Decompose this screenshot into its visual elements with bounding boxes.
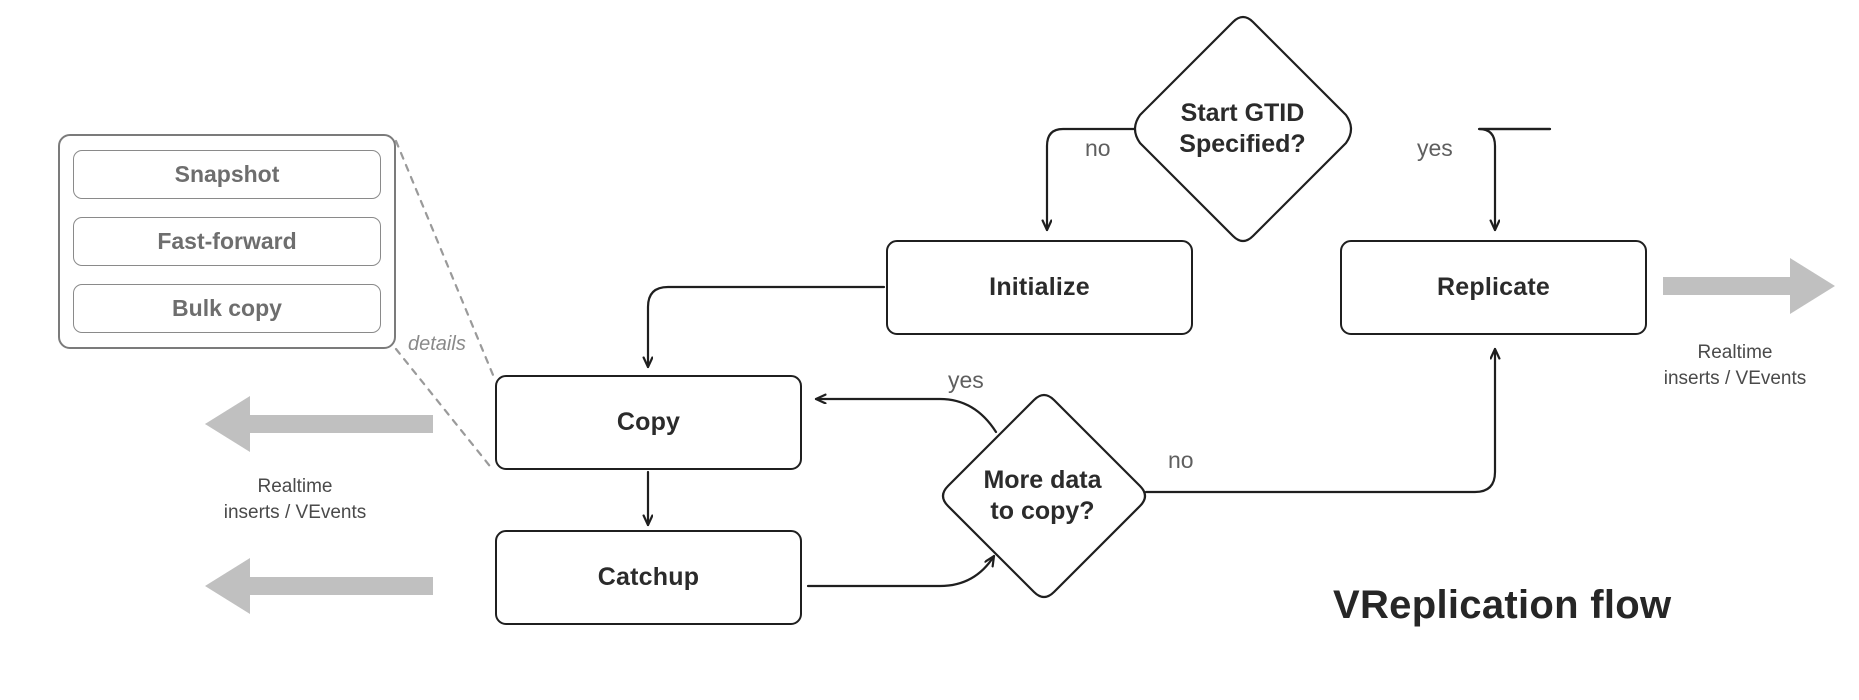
edge-catchup-decision — [806, 554, 996, 588]
node-catchup[interactable]: Catchup — [495, 530, 802, 625]
node-initialize[interactable]: Initialize — [886, 240, 1193, 335]
node-replicate[interactable]: Replicate — [1340, 240, 1647, 335]
page-title: VReplication flow — [1333, 583, 1672, 627]
details-label: details — [408, 333, 466, 355]
node-copy[interactable]: Copy — [495, 375, 802, 470]
group-item-fast-forward-label: Fast-forward — [157, 228, 297, 254]
node-catchup-label: Catchup — [597, 563, 700, 591]
edge-label-gtid-yes: yes — [1417, 135, 1453, 161]
node-copy-label: Copy — [616, 408, 681, 436]
gray-arrow-catchup-left — [205, 558, 433, 614]
node-initialize-label: Initialize — [989, 273, 1090, 301]
group-item-bulk-copy[interactable]: Bulk copy — [73, 284, 381, 333]
edge-initialize-copy — [648, 285, 886, 369]
decision-start-gtid-shape[interactable] — [1133, 15, 1353, 243]
edge-label-more-yes: yes — [948, 367, 984, 393]
caption-replicate-realtime: Realtime inserts / VEvents — [1663, 342, 1807, 389]
edge-decision-no-replicate — [1144, 347, 1495, 494]
group-item-snapshot-label: Snapshot — [174, 161, 280, 187]
group-item-snapshot[interactable]: Snapshot — [73, 150, 381, 199]
edge-label-more-no: no — [1168, 447, 1194, 473]
node-replicate-label: Replicate — [1437, 273, 1550, 301]
group-item-bulk-copy-label: Bulk copy — [172, 295, 282, 321]
edge-label-gtid-no: no — [1085, 135, 1111, 161]
edge-decision-yes-copy — [814, 399, 998, 434]
diagram-canvas: Start GTID Specified? More data to copy?… — [0, 0, 1859, 700]
edge-gtid-yes — [1477, 127, 1552, 232]
caption-copy-realtime: Realtime inserts / VEvents — [223, 476, 367, 523]
group-item-fast-forward[interactable]: Fast-forward — [73, 217, 381, 266]
gray-arrow-replicate-right — [1663, 258, 1835, 314]
gray-arrow-copy-left — [205, 396, 433, 452]
decision-more-data-shape[interactable] — [941, 393, 1147, 599]
